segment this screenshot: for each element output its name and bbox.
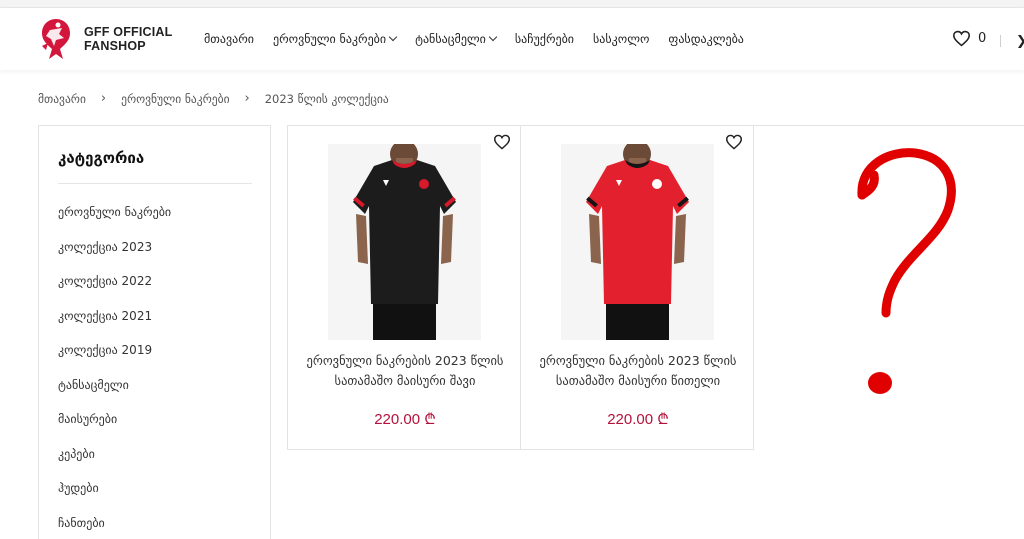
product-name[interactable]: ეროვნული ნაკრების 2023 წლის სათამაშო მაი…	[298, 351, 512, 391]
category-item[interactable]: ტანსაცმელი	[58, 377, 171, 412]
site-header: GFF OFFICIAL FANSHOP მთავარი ეროვნული ნა…	[0, 8, 1024, 70]
product-name[interactable]: ეროვნული ნაკრების 2023 წლის სათამაშო მაი…	[531, 351, 745, 391]
breadcrumb-home[interactable]: მთავარი	[38, 92, 86, 106]
brand-line-2: FANSHOP	[84, 39, 146, 53]
gff-logo-icon[interactable]	[36, 16, 76, 62]
nav-item-school[interactable]: სასკოლო	[593, 32, 649, 46]
sidebar-title: კატეგორია	[58, 149, 145, 167]
heart-icon	[952, 30, 971, 47]
nav-item-gifts[interactable]: საჩუქრები	[515, 32, 574, 46]
nav-label: ფასდაკლება	[668, 32, 744, 46]
product-price: 220.00 ₾	[607, 411, 669, 428]
category-list: ეროვნული ნაკრები კოლექცია 2023 კოლექცია …	[58, 204, 171, 539]
category-item[interactable]: კოლექცია 2019	[58, 342, 171, 377]
nav-item-sale[interactable]: ფასდაკლება	[668, 32, 743, 46]
category-item[interactable]: კოლექცია 2023	[58, 239, 171, 274]
brand-line-1: GFF OFFICIAL	[84, 25, 173, 39]
category-sidebar: კატეგორია ეროვნული ნაკრები კოლექცია 2023…	[38, 125, 271, 539]
top-utility-bar	[0, 0, 1024, 8]
product-price: 220.00 ₾	[374, 411, 436, 428]
nav-label: ტანსაცმელი	[415, 32, 486, 46]
nav-label: სასკოლო	[593, 32, 650, 46]
category-item[interactable]: კოლექცია 2022	[58, 273, 171, 308]
product-image[interactable]	[328, 144, 481, 340]
wishlist-button[interactable]: 0	[952, 30, 986, 47]
product-card[interactable]: ეროვნული ნაკრების 2023 წლის სათამაშო მაი…	[520, 126, 754, 450]
category-item[interactable]: ჩანთები	[58, 515, 171, 539]
category-item[interactable]: ეროვნული ნაკრები	[58, 204, 171, 239]
breadcrumb-current: 2023 წლის კოლექცია	[264, 91, 389, 106]
product-card[interactable]: ეროვნული ნაკრების 2023 წლის სათამაშო მაი…	[287, 126, 521, 450]
nav-label: ეროვნული ნაკრები	[272, 32, 387, 46]
category-item[interactable]: კეპები	[58, 446, 171, 481]
breadcrumb: მთავარი › ეროვნული ნაკრები › 2023 წლის კ…	[38, 91, 389, 106]
sidebar-divider	[58, 183, 252, 184]
question-mark-annotation	[857, 148, 956, 394]
breadcrumb-section[interactable]: ეროვნული ნაკრები	[121, 92, 229, 106]
category-item[interactable]: კოლექცია 2021	[58, 308, 171, 343]
header-divider	[1000, 35, 1001, 47]
wishlist-count: 0	[978, 31, 987, 46]
nav-item-national-team[interactable]: ეროვნული ნაკრები	[272, 32, 398, 46]
breadcrumb-chevron-icon: ›	[244, 91, 250, 106]
chevron-down-icon	[388, 32, 398, 42]
nav-item-home[interactable]: მთავარი	[204, 32, 254, 46]
wishlist-heart-icon[interactable]	[493, 134, 511, 150]
breadcrumb-chevron-icon: ›	[100, 91, 107, 106]
product-image[interactable]	[561, 144, 714, 340]
wishlist-heart-icon[interactable]	[725, 134, 743, 150]
category-item[interactable]: ჰუდები	[58, 480, 171, 515]
brand-name[interactable]: GFF OFFICIAL FANSHOP	[84, 25, 173, 53]
main-nav: მთავარი ეროვნული ნაკრები ტანსაცმელი საჩუ…	[204, 32, 763, 46]
nav-label: საჩუქრები	[514, 32, 575, 46]
nav-label: მთავარი	[204, 32, 254, 46]
chevron-down-icon	[488, 32, 498, 42]
nav-item-clothing[interactable]: ტანსაცმელი	[415, 32, 498, 46]
cart-icon[interactable]: ❯	[1016, 34, 1024, 49]
category-item[interactable]: მაისურები	[58, 411, 171, 446]
